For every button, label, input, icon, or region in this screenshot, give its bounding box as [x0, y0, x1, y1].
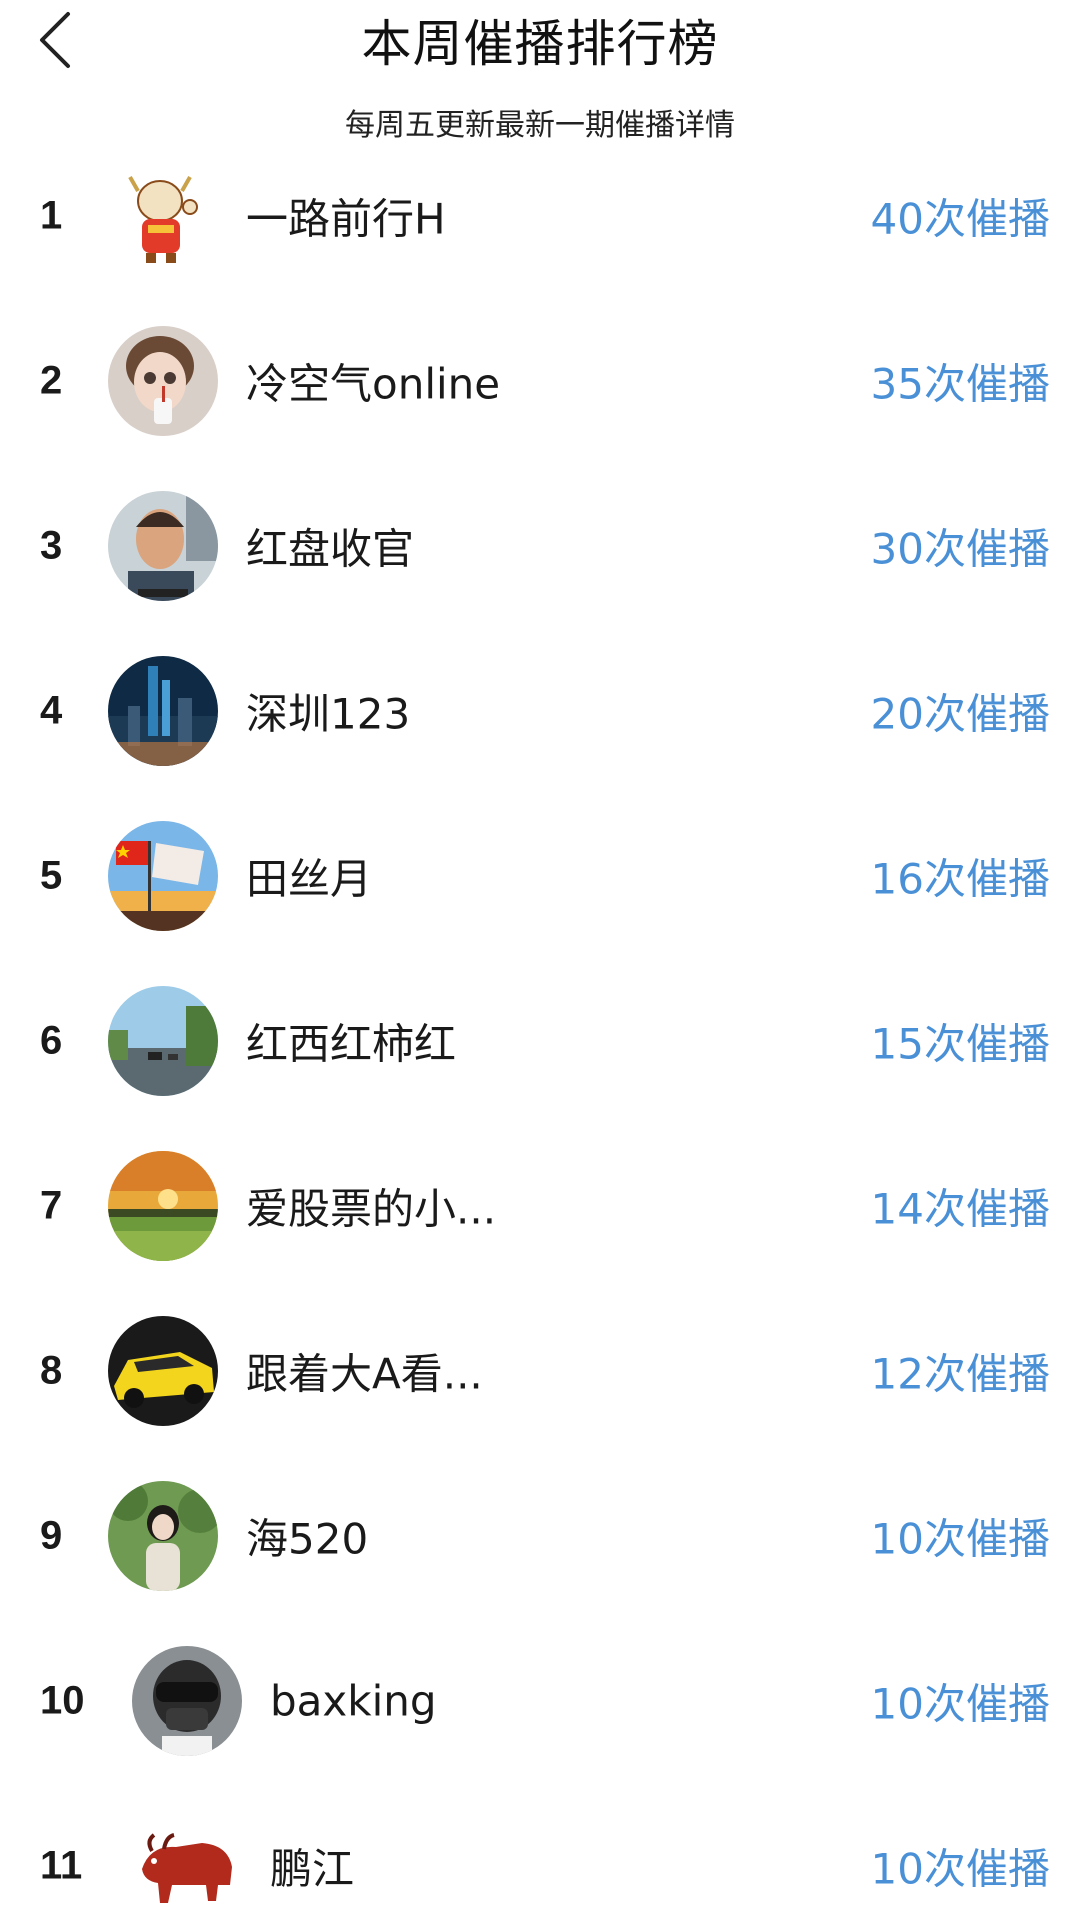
ranking-row[interactable]: 9 海520 10次催播: [0, 1453, 1080, 1618]
rank-number: 4: [40, 688, 63, 732]
flag-avatar[interactable]: [108, 820, 218, 931]
ranking-row[interactable]: 10 baxking 10次催播: [0, 1618, 1080, 1783]
urge-count: 20次催播: [870, 689, 1050, 738]
helmet-avatar[interactable]: [132, 1645, 242, 1756]
ranking-row[interactable]: 1 一路前行H 40次催播: [0, 133, 1080, 298]
header: 本周催播排行榜: [0, 0, 1080, 80]
ranking-row[interactable]: 3 红盘收官 30次催播: [0, 463, 1080, 628]
urge-count: 16次催播: [870, 854, 1050, 903]
ranking-row[interactable]: 7 爱股票的小... 14次催播: [0, 1123, 1080, 1288]
man-portrait-avatar[interactable]: [108, 490, 218, 601]
urge-count: 12次催播: [870, 1349, 1050, 1398]
bull-avatar[interactable]: [132, 1810, 242, 1908]
user-name[interactable]: 爱股票的小...: [246, 1175, 496, 1236]
rank-number: 11: [40, 1843, 83, 1887]
urge-count: 14次催播: [870, 1184, 1050, 1233]
rank-number: 7: [40, 1183, 63, 1227]
user-name[interactable]: 一路前行H: [246, 185, 446, 246]
user-name[interactable]: 红盘收官: [246, 515, 414, 576]
ox-mascot-avatar[interactable]: [108, 160, 218, 271]
page-title: 本周催播排行榜: [361, 15, 719, 73]
user-name[interactable]: baxking: [270, 1676, 437, 1725]
urge-count: 10次催播: [870, 1844, 1050, 1893]
user-name[interactable]: 红西红柿红: [246, 1010, 456, 1071]
user-name[interactable]: 田丝月: [246, 845, 372, 906]
ranking-row[interactable]: 4 深圳123 20次催播: [0, 628, 1080, 793]
sunset-field-avatar[interactable]: [108, 1150, 218, 1261]
rank-number: 3: [40, 523, 63, 567]
rank-number: 10: [40, 1678, 85, 1722]
road-avatar[interactable]: [108, 985, 218, 1096]
rank-number: 2: [40, 358, 63, 402]
user-name[interactable]: 冷空气online: [246, 350, 500, 411]
urge-count: 35次催播: [870, 359, 1050, 408]
urge-count: 15次催播: [870, 1019, 1050, 1068]
yellow-car-avatar[interactable]: [108, 1315, 218, 1426]
user-name[interactable]: 鹏江: [270, 1835, 354, 1896]
urge-count: 40次催播: [870, 194, 1050, 243]
doll-avatar[interactable]: [108, 325, 218, 436]
urge-count: 30次催播: [870, 524, 1050, 573]
ranking-row[interactable]: 5 田丝月 16次催播: [0, 793, 1080, 958]
rank-number: 1: [40, 193, 63, 237]
girl-greenery-avatar[interactable]: [108, 1480, 218, 1591]
rank-number: 8: [40, 1348, 63, 1392]
urge-count: 10次催播: [870, 1514, 1050, 1563]
urge-count: 10次催播: [870, 1679, 1050, 1728]
user-name[interactable]: 深圳123: [246, 680, 410, 741]
ranking-list: 1 一路前行H 40次催播 2 冷空气online 35次催播 3 红盘收官 3…: [0, 133, 1080, 1908]
rank-number: 6: [40, 1018, 63, 1062]
ranking-row[interactable]: 2 冷空气online 35次催播: [0, 298, 1080, 463]
ranking-row[interactable]: 11 鹏江 10次催播: [0, 1783, 1080, 1908]
user-name[interactable]: 海520: [246, 1505, 368, 1566]
city-night-avatar[interactable]: [108, 655, 218, 766]
ranking-row[interactable]: 6 红西红柿红 15次催播: [0, 958, 1080, 1123]
ranking-row[interactable]: 8 跟着大A看... 12次催播: [0, 1288, 1080, 1453]
rank-number: 5: [40, 853, 63, 897]
rank-number: 9: [40, 1513, 63, 1557]
user-name[interactable]: 跟着大A看...: [246, 1340, 483, 1401]
